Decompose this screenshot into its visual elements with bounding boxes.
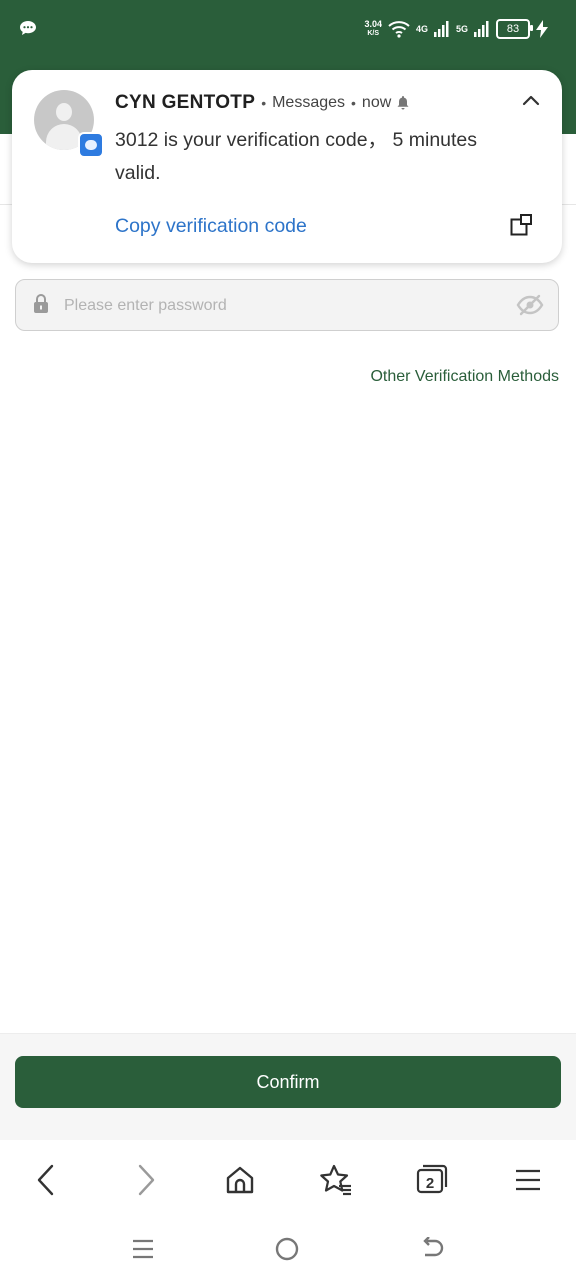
other-verification-methods-link[interactable]: Other Verification Methods — [370, 368, 559, 386]
network-5g-label: 5G — [455, 24, 468, 34]
network-4g-label: 4G — [415, 24, 428, 34]
wifi-icon — [388, 21, 410, 38]
back-icon — [37, 1164, 54, 1196]
system-navigation-bar — [0, 1216, 576, 1280]
notification-time: now — [361, 94, 392, 111]
forward-icon — [138, 1164, 155, 1196]
password-input[interactable] — [62, 280, 496, 332]
sms-notification[interactable]: CYN GENTOTP • Messages • now 3012 is you… — [12, 70, 562, 263]
lock-icon — [34, 294, 48, 313]
avatar-body — [46, 124, 82, 150]
network-speed: 3.04 K/S — [364, 20, 382, 38]
copy-verification-code-button[interactable]: Copy verification code — [115, 215, 307, 238]
system-back-button[interactable] — [418, 1234, 448, 1264]
confirm-button[interactable]: Confirm — [15, 1056, 561, 1108]
avatar-head — [56, 103, 72, 121]
recents-button[interactable] — [128, 1234, 158, 1264]
battery-icon: 83 — [496, 19, 533, 39]
tabs-count: 2 — [425, 1174, 435, 1192]
separator-dot: • — [261, 95, 267, 111]
bookmarks-button[interactable] — [316, 1160, 356, 1200]
messages-app-icon — [78, 132, 104, 158]
home-button[interactable] — [220, 1160, 260, 1200]
open-external-icon[interactable] — [510, 214, 532, 236]
chat-bubble-icon — [20, 21, 36, 35]
browser-toolbar: 2 — [0, 1140, 576, 1216]
system-home-button[interactable] — [272, 1234, 302, 1264]
menu-button[interactable] — [508, 1160, 548, 1200]
battery-level: 83 — [506, 23, 520, 35]
eye-hidden-icon[interactable] — [516, 293, 544, 317]
tabs-button[interactable]: 2 — [412, 1160, 452, 1200]
charging-icon — [536, 20, 548, 38]
bookmarks-icon — [320, 1164, 351, 1196]
collapse-chevron-icon[interactable] — [522, 94, 540, 106]
notification-sender: CYN GENTOTP — [115, 92, 256, 113]
recents-icon — [133, 1239, 153, 1259]
back-nav-icon — [423, 1237, 444, 1257]
signal-icon — [433, 21, 449, 37]
password-field[interactable] — [15, 279, 559, 332]
back-button[interactable] — [26, 1160, 66, 1200]
notification-header: CYN GENTOTP • Messages • now — [115, 92, 409, 114]
home-icon — [226, 1166, 254, 1194]
speed-unit: K/S — [367, 30, 380, 37]
home-circle-icon — [275, 1237, 299, 1261]
status-indicators: 3.04 K/S 4G 5G 83 — [364, 16, 548, 42]
separator-dot: • — [351, 95, 356, 111]
bell-icon — [397, 96, 409, 110]
forward-button[interactable] — [126, 1160, 166, 1200]
notification-app: Messages — [272, 94, 346, 111]
bottom-action-panel: Confirm — [0, 1033, 576, 1140]
signal-icon — [474, 21, 489, 37]
notification-body: 3012 is your verification code， 5 minute… — [115, 129, 478, 184]
menu-icon — [516, 1169, 540, 1191]
speed-value: 3.04 — [364, 19, 382, 29]
